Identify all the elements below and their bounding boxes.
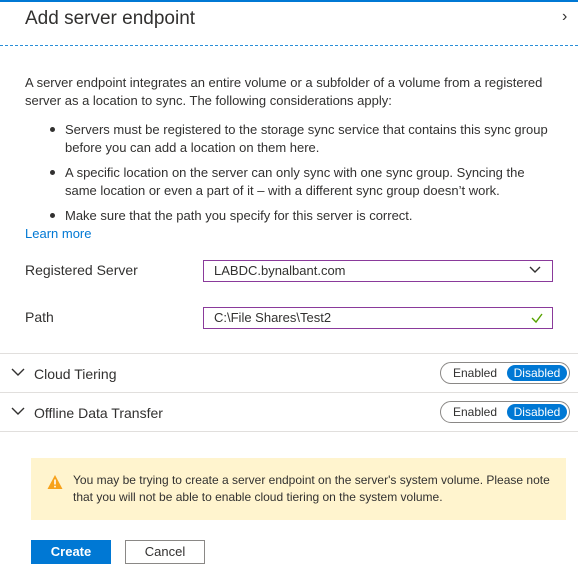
registered-server-dropdown[interactable]: LABDC.bynalbant.com [203,260,553,282]
path-input[interactable]: C:\File Shares\Test2 [203,307,553,329]
offline-data-transfer-toggle[interactable]: Enabled Disabled [440,401,570,423]
bullet-icon [50,213,55,218]
warning-triangle-icon [47,475,63,489]
section-label: Cloud Tiering [34,366,117,382]
registered-server-value: LABDC.bynalbant.com [214,263,346,278]
learn-more-link[interactable]: Learn more [25,226,91,241]
chevron-down-icon[interactable] [11,406,25,416]
blade-top-accent [0,0,578,2]
intro-text: A server endpoint integrates an entire v… [25,75,543,108]
bullet-icon [50,127,55,132]
blade-title: Add server endpoint [25,8,196,29]
toggle-disabled-option[interactable]: Disabled [507,365,567,381]
section-divider [0,431,578,432]
registered-server-label: Registered Server [25,262,138,278]
chevron-down-icon[interactable] [11,367,25,377]
consideration-item: A specific location on the server can on… [50,164,550,200]
warning-banner: You may be trying to create a server end… [31,458,566,520]
toggle-disabled-option[interactable]: Disabled [507,404,567,420]
toggle-enabled-option[interactable]: Enabled [445,404,505,420]
title-divider [0,45,578,46]
section-offline-data-transfer[interactable]: Offline Data Transfer Enabled Disabled [0,392,578,431]
chevron-down-icon [529,266,541,273]
collapse-chevron-icon[interactable]: › [562,8,567,26]
warning-text: You may be trying to create a server end… [73,473,550,504]
create-button[interactable]: Create [31,540,111,564]
cloud-tiering-toggle[interactable]: Enabled Disabled [440,362,570,384]
path-value: C:\File Shares\Test2 [214,310,332,325]
checkmark-icon [531,313,543,324]
toggle-enabled-option[interactable]: Enabled [445,365,505,381]
section-cloud-tiering[interactable]: Cloud Tiering Enabled Disabled [0,353,578,392]
consideration-item: Servers must be registered to the storag… [50,121,550,157]
path-label: Path [25,309,54,325]
consideration-item: Make sure that the path you specify for … [50,207,550,225]
bullet-icon [50,170,55,175]
section-label: Offline Data Transfer [34,405,163,421]
cancel-button[interactable]: Cancel [125,540,205,564]
